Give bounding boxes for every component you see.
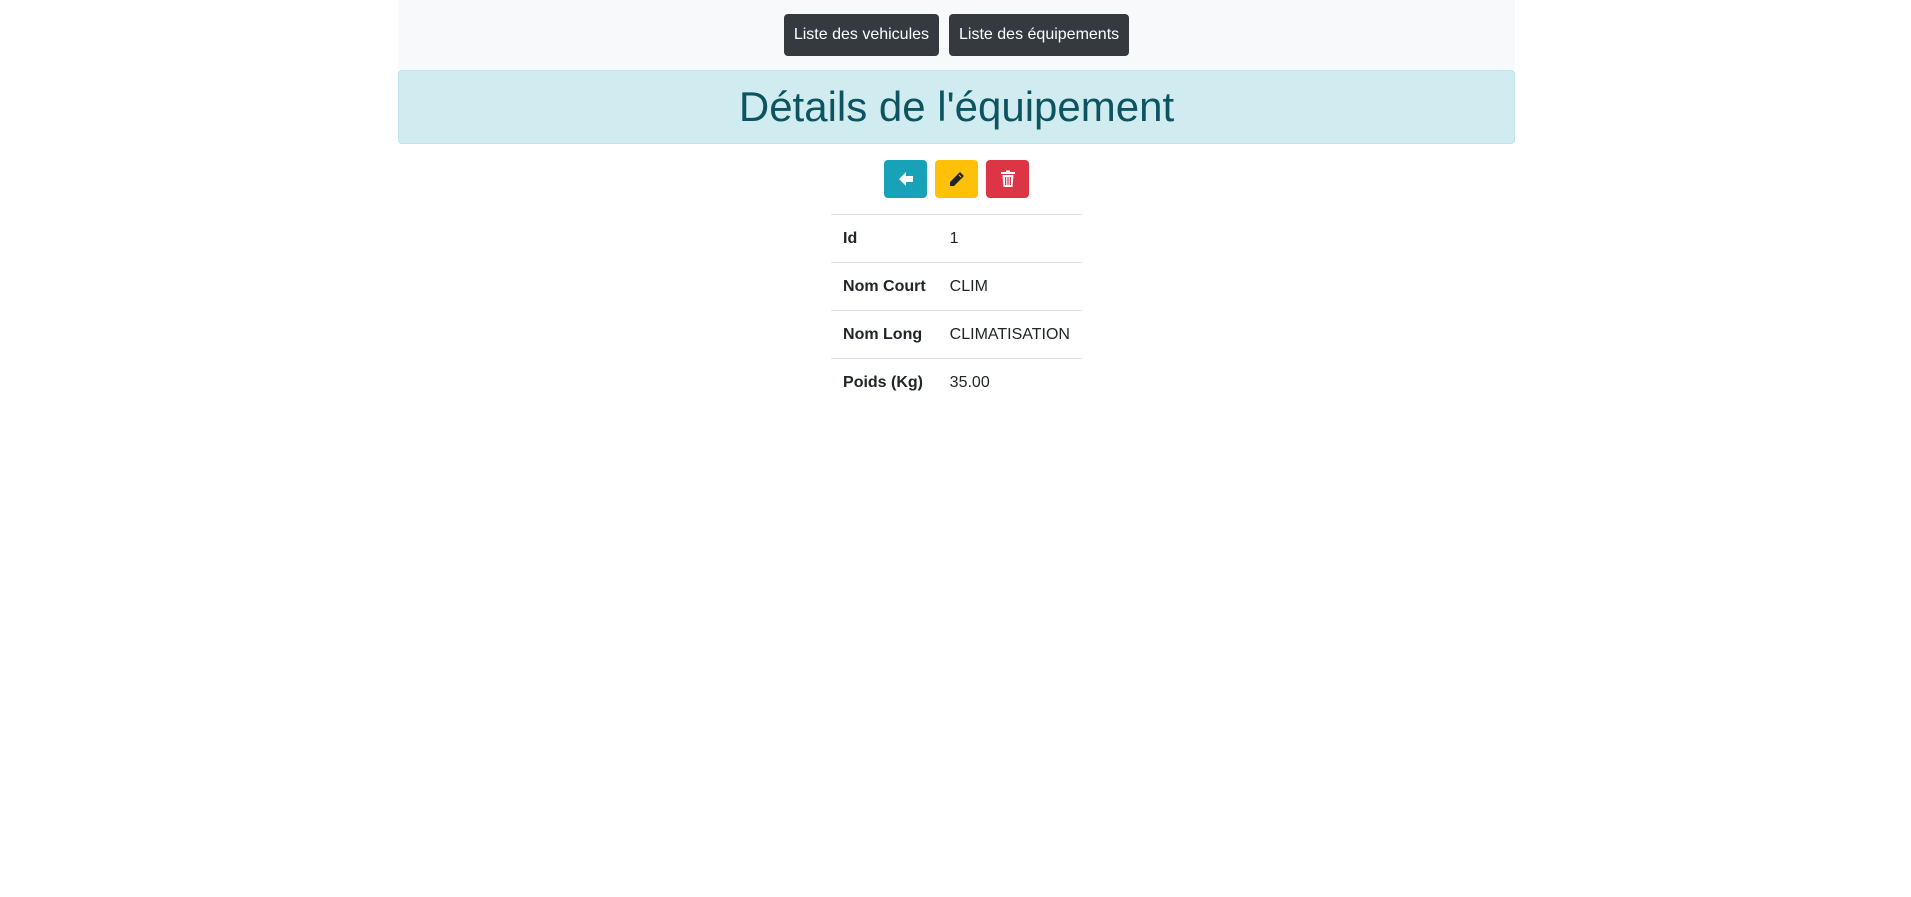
id-label: Id <box>831 214 938 263</box>
edit-button[interactable] <box>935 160 978 198</box>
equipments-list-button[interactable]: Liste des équipements <box>949 14 1130 56</box>
weight-label: Poids (Kg) <box>831 358 938 407</box>
vehicles-list-button[interactable]: Liste des vehicules <box>783 14 940 56</box>
weight-value: 35.00 <box>937 358 1082 407</box>
short-name-value: CLIM <box>937 262 1082 311</box>
pencil-icon <box>949 172 964 186</box>
action-buttons <box>398 160 1515 198</box>
page-title: Détails de l'équipement <box>738 83 1175 130</box>
page-title-banner: Détails de l'équipement <box>398 70 1515 144</box>
short-name-label: Nom Court <box>831 262 938 311</box>
arrow-left-icon <box>898 172 913 186</box>
trash-icon <box>1000 170 1015 187</box>
back-button[interactable] <box>884 160 927 198</box>
table-row: Id 1 <box>831 214 1082 263</box>
table-row: Poids (Kg) 35.00 <box>831 358 1082 407</box>
long-name-label: Nom Long <box>831 310 938 359</box>
table-row: Nom Long CLIMATISATION <box>831 310 1082 359</box>
page-container: Liste des vehicules Liste des équipement… <box>398 0 1515 407</box>
long-name-value: CLIMATISATION <box>937 310 1082 359</box>
delete-button[interactable] <box>986 160 1029 198</box>
navbar: Liste des vehicules Liste des équipement… <box>398 0 1515 70</box>
details-table: Id 1 Nom Court CLIM Nom Long CLIMATISATI… <box>831 214 1082 407</box>
table-row: Nom Court CLIM <box>831 262 1082 311</box>
id-value: 1 <box>937 214 1082 263</box>
